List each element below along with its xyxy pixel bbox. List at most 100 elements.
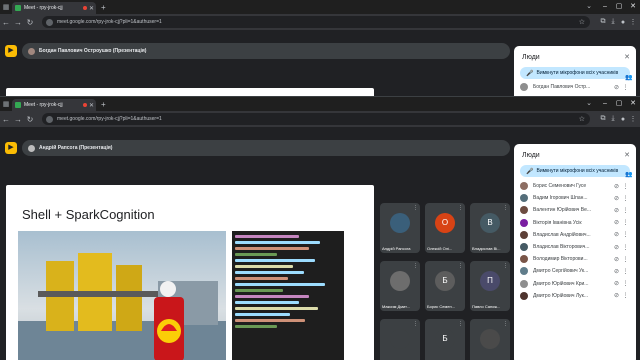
participant-row[interactable]: Володимир Вікторови... ⊘ ⋮ — [514, 253, 636, 265]
more-options-icon[interactable]: ⋮ — [621, 244, 630, 251]
minimize-icon[interactable]: – — [598, 97, 612, 111]
menu-icon[interactable]: ⋮ — [628, 115, 638, 123]
avatar — [520, 255, 528, 264]
participant-row[interactable]: Валентин Юрійович Ве... ⊘ ⋮ — [514, 204, 636, 216]
close-window-icon[interactable]: ✕ — [626, 0, 640, 14]
meet-favicon-icon — [15, 5, 21, 11]
presenter-avatar — [28, 47, 35, 55]
mic-off-icon[interactable]: ⊘ — [612, 244, 621, 251]
more-options-icon[interactable]: ⋮ — [621, 280, 630, 287]
downloads-icon[interactable]: ⤓ — [608, 115, 618, 123]
tab-list-icon[interactable]: ⌄ — [586, 2, 592, 10]
more-options-icon[interactable]: ⋮ — [621, 231, 630, 238]
slide-code-screenshot — [232, 231, 344, 360]
more-options-icon[interactable]: ⋮ — [621, 256, 630, 263]
more-options-icon[interactable]: ⋮ — [621, 195, 630, 202]
mic-off-icon[interactable]: ⊘ — [612, 219, 621, 226]
site-info-icon[interactable] — [46, 115, 53, 123]
tab-list-icon[interactable]: ⌄ — [586, 99, 592, 107]
mic-off-icon[interactable]: ⊘ — [612, 195, 621, 202]
tab-strip: ▦ Meet - rpy-jrok-cjj ✕ + ⌄ – ▢ ✕ — [0, 0, 640, 14]
more-options-icon[interactable]: ⋮ — [621, 183, 630, 190]
participant-row[interactable]: Дмитро Юрійович Кри... ⊘ ⋮ — [514, 278, 636, 290]
meet-favicon-icon — [15, 102, 21, 108]
tile-name: Владислав Ві... — [472, 246, 501, 251]
extensions-icon[interactable]: ⧉ — [598, 18, 608, 26]
close-tab-icon[interactable]: ✕ — [89, 5, 94, 12]
close-panel-icon[interactable]: ✕ — [624, 53, 630, 61]
mic-off-icon[interactable]: ⊘ — [612, 256, 621, 263]
people-side-icon[interactable]: 👥 — [625, 171, 632, 178]
tab-meet[interactable]: Meet - rpy-jrok-cjj ✕ — [12, 2, 96, 14]
participant-tile[interactable]: ⋮БЩе 14 осіб — [425, 319, 465, 360]
participant-row[interactable]: Борис Семенович Гусе ⊘ ⋮ — [514, 180, 636, 192]
mic-off-icon[interactable]: ⊘ — [612, 280, 621, 287]
participant-tile[interactable]: ⋮ Максим Дмит... — [380, 261, 420, 311]
mute-all-button[interactable]: 🎤 Вимкнути мікрофони всіх учасників — [520, 67, 630, 79]
participant-row[interactable]: Владислав Андрійович... ⊘ ⋮ — [514, 229, 636, 241]
meet-area: ▶ Богдан Павлович Остроушко (Презентація… — [0, 30, 640, 100]
back-icon[interactable]: ← — [0, 18, 12, 27]
participant-row[interactable]: Вікторія Іванівна Усік ⊘ ⋮ — [514, 217, 636, 229]
site-info-icon[interactable] — [46, 18, 53, 26]
profile-icon[interactable]: ● — [618, 116, 628, 123]
participant-tile[interactable]: ⋮ О Олексій Олі... — [425, 203, 465, 253]
downloads-icon[interactable]: ⤓ — [608, 18, 618, 26]
bookmark-star-icon[interactable]: ☆ — [579, 18, 585, 26]
more-options-icon[interactable]: ⋮ — [621, 84, 630, 91]
participant-row[interactable]: Вадим Ігорович Шпан... ⊘ ⋮ — [514, 192, 636, 204]
new-tab-icon[interactable]: + — [101, 100, 106, 109]
tab-search-icon[interactable]: ▦ — [0, 100, 12, 108]
participant-tile[interactable]: ⋮ В Владислав Ві... — [470, 203, 510, 253]
close-panel-icon[interactable]: ✕ — [624, 151, 630, 159]
avatar — [520, 83, 528, 92]
mic-off-icon[interactable]: ⊘ — [612, 207, 621, 214]
forward-icon[interactable]: → — [12, 18, 24, 27]
more-options-icon[interactable]: ⋮ — [621, 219, 630, 226]
participant-name: Владислав Вікторович... — [533, 244, 590, 251]
presenter-name: Андрій Рапсога (Презентація) — [39, 145, 113, 151]
more-options-icon[interactable]: ⋮ — [621, 268, 630, 275]
participant-tile[interactable]: ⋮ Б Борис Семен... — [425, 261, 465, 311]
avatar — [520, 206, 528, 215]
reload-icon[interactable]: ↻ — [24, 18, 36, 27]
tab-search-icon[interactable]: ▦ — [0, 3, 12, 11]
participant-row[interactable]: Богдан Павлович Остр... ⊘ ⋮ — [514, 81, 636, 93]
bookmark-star-icon[interactable]: ☆ — [579, 115, 585, 123]
new-tab-icon[interactable]: + — [101, 3, 106, 12]
forward-icon[interactable]: → — [12, 115, 24, 124]
address-bar[interactable]: meet.google.com/rpy-jrok-cjj?pli=1&authu… — [42, 113, 590, 125]
back-icon[interactable]: ← — [0, 115, 12, 124]
url-text: meet.google.com/rpy-jrok-cjj?pli=1&authu… — [57, 19, 162, 25]
extensions-icon[interactable]: ⧉ — [598, 115, 608, 123]
participant-row[interactable]: Дмитро Юрійович Лук... ⊘ ⋮ — [514, 290, 636, 302]
close-tab-icon[interactable]: ✕ — [89, 102, 94, 109]
participant-tile[interactable]: ⋮ — [470, 319, 510, 360]
participant-tile[interactable]: ⋮ П Павло Сапож... — [470, 261, 510, 311]
mic-off-icon[interactable]: ⊘ — [612, 292, 621, 299]
participant-tile[interactable]: ⋮ Андрій Рапсога — [380, 203, 420, 253]
close-window-icon[interactable]: ✕ — [626, 97, 640, 111]
mic-off-icon[interactable]: ⊘ — [612, 268, 621, 275]
maximize-icon[interactable]: ▢ — [612, 0, 626, 14]
reload-icon[interactable]: ↻ — [24, 115, 36, 124]
participant-row[interactable]: Дмитро Сергійович Ук... ⊘ ⋮ — [514, 265, 636, 277]
mic-off-icon[interactable]: ⊘ — [612, 84, 621, 91]
address-bar[interactable]: meet.google.com/rpy-jrok-cjj?pli=1&authu… — [42, 16, 590, 28]
participant-tile[interactable]: ⋮ — [380, 319, 420, 360]
tab-meet[interactable]: Meet - rpy-jrok-cjj ✕ — [12, 99, 96, 111]
mute-all-button[interactable]: 🎤 Вимкнути мікрофони всіх учасників — [520, 165, 630, 177]
more-options-icon[interactable]: ⋮ — [621, 292, 630, 299]
participant-name: Вадим Ігорович Шпан... — [533, 195, 588, 202]
profile-icon[interactable]: ● — [618, 19, 628, 26]
maximize-icon[interactable]: ▢ — [612, 97, 626, 111]
avatar — [520, 218, 528, 227]
people-side-icon[interactable]: 👥 — [625, 74, 632, 81]
mic-off-icon[interactable]: ⊘ — [612, 231, 621, 238]
more-options-icon[interactable]: ⋮ — [621, 207, 630, 214]
minimize-icon[interactable]: – — [598, 0, 612, 14]
mic-off-icon[interactable]: ⊘ — [612, 183, 621, 190]
participant-row[interactable]: Владислав Вікторович... ⊘ ⋮ — [514, 241, 636, 253]
participant-name: Дмитро Сергійович Ук... — [533, 268, 589, 275]
menu-icon[interactable]: ⋮ — [628, 18, 638, 26]
